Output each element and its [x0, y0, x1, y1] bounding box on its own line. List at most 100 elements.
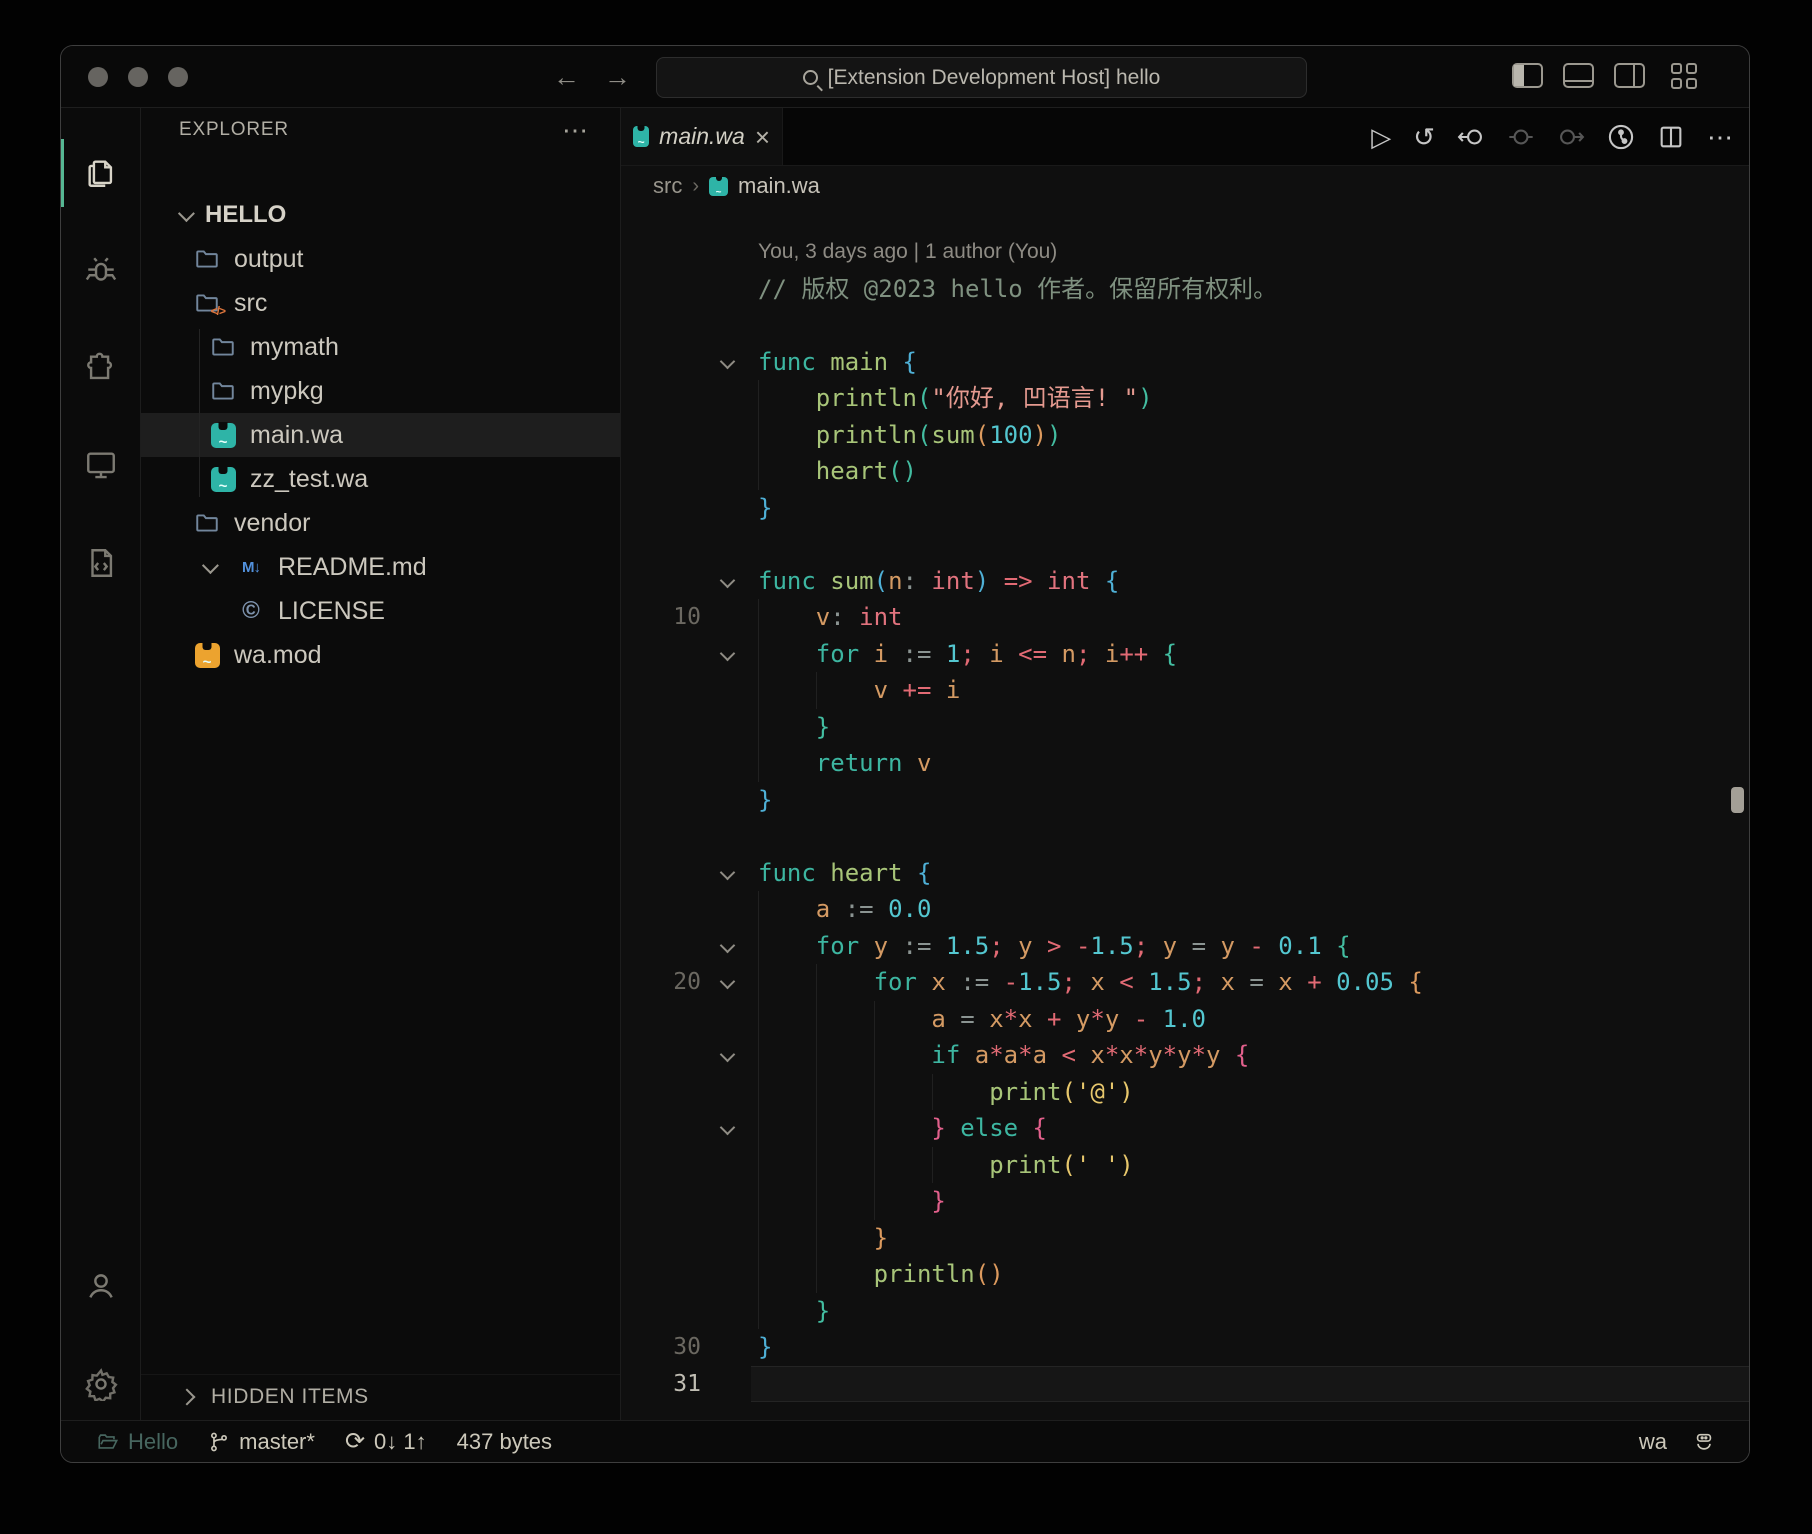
source-control-graph-icon[interactable]: [1607, 123, 1635, 151]
settings-gear-icon[interactable]: [84, 1367, 118, 1401]
code-line-1[interactable]: // 版权 @2023 hello 作者。保留所有权利。: [621, 271, 1749, 308]
fold-chevron-icon[interactable]: [720, 572, 736, 588]
code-line-24[interactable]: } else {: [621, 1110, 1749, 1147]
fold-chevron-icon[interactable]: [720, 1047, 736, 1063]
nav-back-button[interactable]: ←: [553, 60, 580, 94]
code-line-10[interactable]: 10 v: int: [621, 599, 1749, 636]
fold-chevron-icon[interactable]: [720, 353, 736, 369]
toggle-secondary-sidebar-icon[interactable]: [1614, 63, 1645, 88]
markdown-file-icon: M↓: [237, 554, 265, 580]
code-line-15[interactable]: }: [621, 782, 1749, 819]
run-debug-icon[interactable]: [84, 254, 118, 288]
code-line-29[interactable]: }: [621, 1293, 1749, 1330]
traffic-minimize-button[interactable]: [128, 67, 148, 87]
code-line-16[interactable]: [621, 818, 1749, 855]
code-line-14[interactable]: return v: [621, 745, 1749, 782]
fold-chevron-icon[interactable]: [720, 1120, 736, 1136]
code-line-28[interactable]: println(): [621, 1256, 1749, 1293]
tree-item-license[interactable]: ©LICENSE: [141, 589, 620, 633]
language-mode-status-item[interactable]: wa: [1639, 1429, 1667, 1455]
toggle-sidebar-icon[interactable]: [1512, 63, 1543, 88]
git-branch-icon: [208, 1431, 230, 1453]
line-number: 30: [621, 1329, 701, 1366]
tree-item-vendor[interactable]: vendor: [141, 501, 620, 545]
code-badge-icon: </>: [211, 304, 225, 318]
code-line-26[interactable]: }: [621, 1183, 1749, 1220]
explorer-icon[interactable]: [84, 156, 118, 190]
code-line-9[interactable]: func sum(n: int) => int {: [621, 563, 1749, 600]
git-sync-status-item[interactable]: ⟳ 0↓ 1↑: [345, 1429, 427, 1455]
code-text: println(): [758, 1256, 1004, 1293]
tree-item-src[interactable]: </>src: [141, 281, 620, 325]
customize-layout-icon[interactable]: [1671, 63, 1697, 89]
code-line-8[interactable]: [621, 526, 1749, 563]
code-line-23[interactable]: print('@'): [621, 1074, 1749, 1111]
more-actions-icon[interactable]: ⋯: [1707, 122, 1733, 153]
tab-main-wa[interactable]: main.wa ×: [621, 108, 783, 165]
tree-item-wa-mod[interactable]: wa.mod: [141, 633, 620, 677]
nav-forward-button[interactable]: →: [604, 60, 631, 94]
tree-item-zz-test-wa[interactable]: zz_test.wa: [141, 457, 620, 501]
code-line-20[interactable]: 20 for x := -1.5; x < 1.5; x = x + 0.05 …: [621, 964, 1749, 1001]
fold-chevron-icon[interactable]: [720, 645, 736, 661]
explorer-more-actions-icon[interactable]: ⋯: [562, 115, 590, 146]
tree-item-hello[interactable]: HELLO: [141, 193, 620, 237]
git-branch-status-item[interactable]: master*: [208, 1429, 315, 1455]
scrollbar-thumb[interactable]: [1731, 787, 1744, 813]
code-line-13[interactable]: }: [621, 709, 1749, 746]
code-line-27[interactable]: }: [621, 1220, 1749, 1257]
extensions-icon[interactable]: [84, 351, 118, 385]
tree-item-output[interactable]: output: [141, 237, 620, 281]
code-line-7[interactable]: }: [621, 490, 1749, 527]
code-line-4[interactable]: println("你好, 凹语言! "): [621, 380, 1749, 417]
code-line-5[interactable]: println(sum(100)): [621, 417, 1749, 454]
tree-item-mypkg[interactable]: mypkg: [141, 369, 620, 413]
previous-change-icon[interactable]: [1457, 123, 1485, 151]
traffic-close-button[interactable]: [88, 67, 108, 87]
code-line-6[interactable]: heart(): [621, 453, 1749, 490]
breadcrumb-file[interactable]: main.wa: [738, 173, 820, 199]
code-line-17[interactable]: func heart {: [621, 855, 1749, 892]
breadcrumb[interactable]: src › main.wa: [621, 166, 1749, 206]
code-line-11[interactable]: for i := 1; i <= n; i++ {: [621, 636, 1749, 673]
command-center[interactable]: [Extension Development Host] hello: [656, 57, 1307, 98]
traffic-zoom-button[interactable]: [168, 67, 188, 87]
tree-item-label: wa.mod: [234, 641, 322, 670]
chevron-down-icon: [202, 557, 219, 574]
code-text: v: int: [758, 599, 903, 636]
code-line-31[interactable]: 31: [621, 1366, 1749, 1403]
compare-change-icon[interactable]: [1507, 123, 1535, 151]
timeline-history-icon[interactable]: ↺: [1413, 122, 1435, 153]
code-line-12[interactable]: v += i: [621, 672, 1749, 709]
code-line-30[interactable]: 30}: [621, 1329, 1749, 1366]
code-line-21[interactable]: a = x*x + y*y - 1.0: [621, 1001, 1749, 1038]
code-line-25[interactable]: print(' '): [621, 1147, 1749, 1184]
code-line-2[interactable]: [621, 307, 1749, 344]
next-change-icon[interactable]: [1557, 123, 1585, 151]
code-line-3[interactable]: func main {: [621, 344, 1749, 381]
run-file-icon[interactable]: ▷: [1371, 122, 1391, 153]
split-editor-icon[interactable]: [1657, 123, 1685, 151]
tree-item-label: output: [234, 245, 304, 274]
tab-bar: main.wa × ▷ ↺ ⋯: [621, 108, 1749, 166]
hidden-items-section[interactable]: HIDDEN ITEMS: [141, 1374, 620, 1418]
accounts-icon[interactable]: [84, 1269, 118, 1303]
fold-chevron-icon[interactable]: [720, 864, 736, 880]
toggle-panel-icon[interactable]: [1563, 63, 1594, 88]
code-line-19[interactable]: for y := 1.5; y > -1.5; y = y - 0.1 {: [621, 928, 1749, 965]
tree-item-readme-md[interactable]: M↓README.md: [141, 545, 620, 589]
file-code-icon[interactable]: [84, 546, 118, 580]
tree-item-mymath[interactable]: mymath: [141, 325, 620, 369]
code-line-18[interactable]: a := 0.0: [621, 891, 1749, 928]
code-line-22[interactable]: if a*a*a < x*x*y*y*y {: [621, 1037, 1749, 1074]
copilot-status-item[interactable]: [1693, 1431, 1715, 1453]
fold-chevron-icon[interactable]: [720, 974, 736, 990]
tree-item-label: mypkg: [250, 377, 324, 406]
tree-item-main-wa[interactable]: main.wa: [141, 413, 620, 457]
fold-chevron-icon[interactable]: [720, 937, 736, 953]
remote-explorer-icon[interactable]: [84, 448, 118, 482]
workspace-status-item[interactable]: Hello: [97, 1429, 178, 1455]
tab-close-icon[interactable]: ×: [755, 127, 770, 147]
code-editor[interactable]: You, 3 days ago | 1 author (You) // 版权 @…: [621, 206, 1749, 1420]
breadcrumb-folder[interactable]: src: [653, 173, 682, 199]
